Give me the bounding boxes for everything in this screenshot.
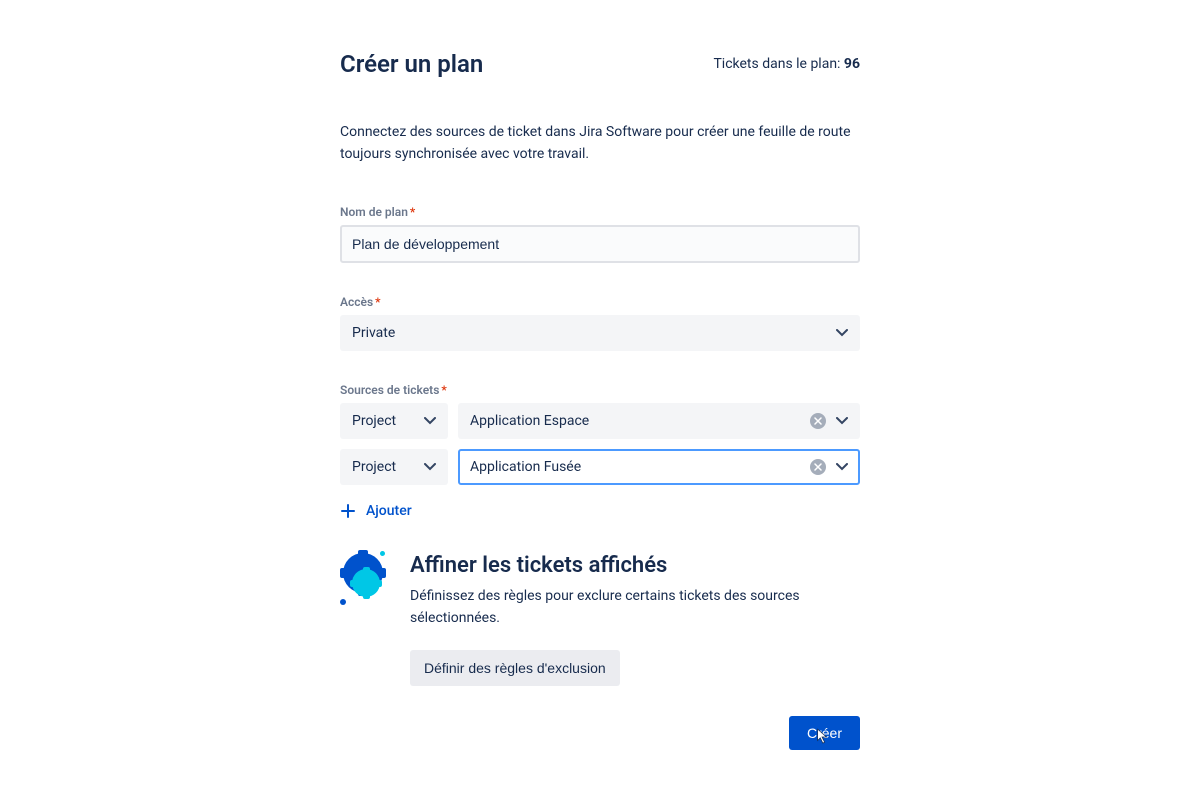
source-value-select[interactable]: Application Fusée bbox=[458, 449, 860, 485]
ticket-count-value: 96 bbox=[844, 56, 860, 72]
required-marker: * bbox=[375, 295, 380, 309]
required-marker: * bbox=[441, 383, 446, 397]
plan-name-label: Nom de plan * bbox=[340, 205, 860, 219]
refine-section: Affiner les tickets affichés Définissez … bbox=[340, 553, 860, 685]
required-marker: * bbox=[410, 205, 415, 219]
plan-name-input[interactable] bbox=[340, 225, 860, 263]
source-type-select[interactable]: Project bbox=[340, 449, 448, 485]
access-label: Accès * bbox=[340, 295, 860, 309]
chevron-down-icon bbox=[424, 461, 436, 473]
plan-name-field-group: Nom de plan * bbox=[340, 205, 860, 263]
chevron-down-icon bbox=[836, 415, 848, 427]
source-value-select[interactable]: Application Espace bbox=[458, 403, 860, 439]
sources-field-group: Sources de tickets * Project Application… bbox=[340, 383, 860, 523]
plus-icon bbox=[340, 503, 356, 519]
form-description: Connectez des sources de ticket dans Jir… bbox=[340, 122, 860, 165]
clear-icon[interactable] bbox=[810, 459, 826, 475]
ticket-count-label: Tickets dans le plan: bbox=[713, 56, 843, 72]
source-row: Project Application Fusée bbox=[340, 449, 860, 485]
chevron-down-icon bbox=[836, 461, 848, 473]
ticket-count: Tickets dans le plan: 96 bbox=[713, 56, 860, 72]
define-exclusion-rules-button[interactable]: Définir des règles d'exclusion bbox=[410, 650, 620, 686]
access-field-group: Accès * Private bbox=[340, 295, 860, 351]
refine-title: Affiner les tickets affichés bbox=[410, 553, 860, 578]
refine-description: Définissez des règles pour exclure certa… bbox=[410, 586, 860, 629]
create-plan-form: Créer un plan Tickets dans le plan: 96 C… bbox=[340, 50, 860, 750]
access-value: Private bbox=[352, 325, 395, 341]
page-title: Créer un plan bbox=[340, 50, 483, 78]
sources-label: Sources de tickets * bbox=[340, 383, 860, 397]
clear-icon[interactable] bbox=[810, 413, 826, 429]
create-button[interactable]: Créer bbox=[789, 716, 860, 750]
add-source-button[interactable]: Ajouter bbox=[340, 503, 412, 519]
access-select[interactable]: Private bbox=[340, 315, 860, 351]
chevron-down-icon bbox=[836, 327, 848, 339]
form-header: Créer un plan Tickets dans le plan: 96 bbox=[340, 50, 860, 78]
source-row: Project Application Espace bbox=[340, 403, 860, 439]
settings-illustration-icon bbox=[340, 553, 388, 601]
chevron-down-icon bbox=[424, 415, 436, 427]
source-type-select[interactable]: Project bbox=[340, 403, 448, 439]
footer-actions: Créer bbox=[340, 716, 860, 750]
